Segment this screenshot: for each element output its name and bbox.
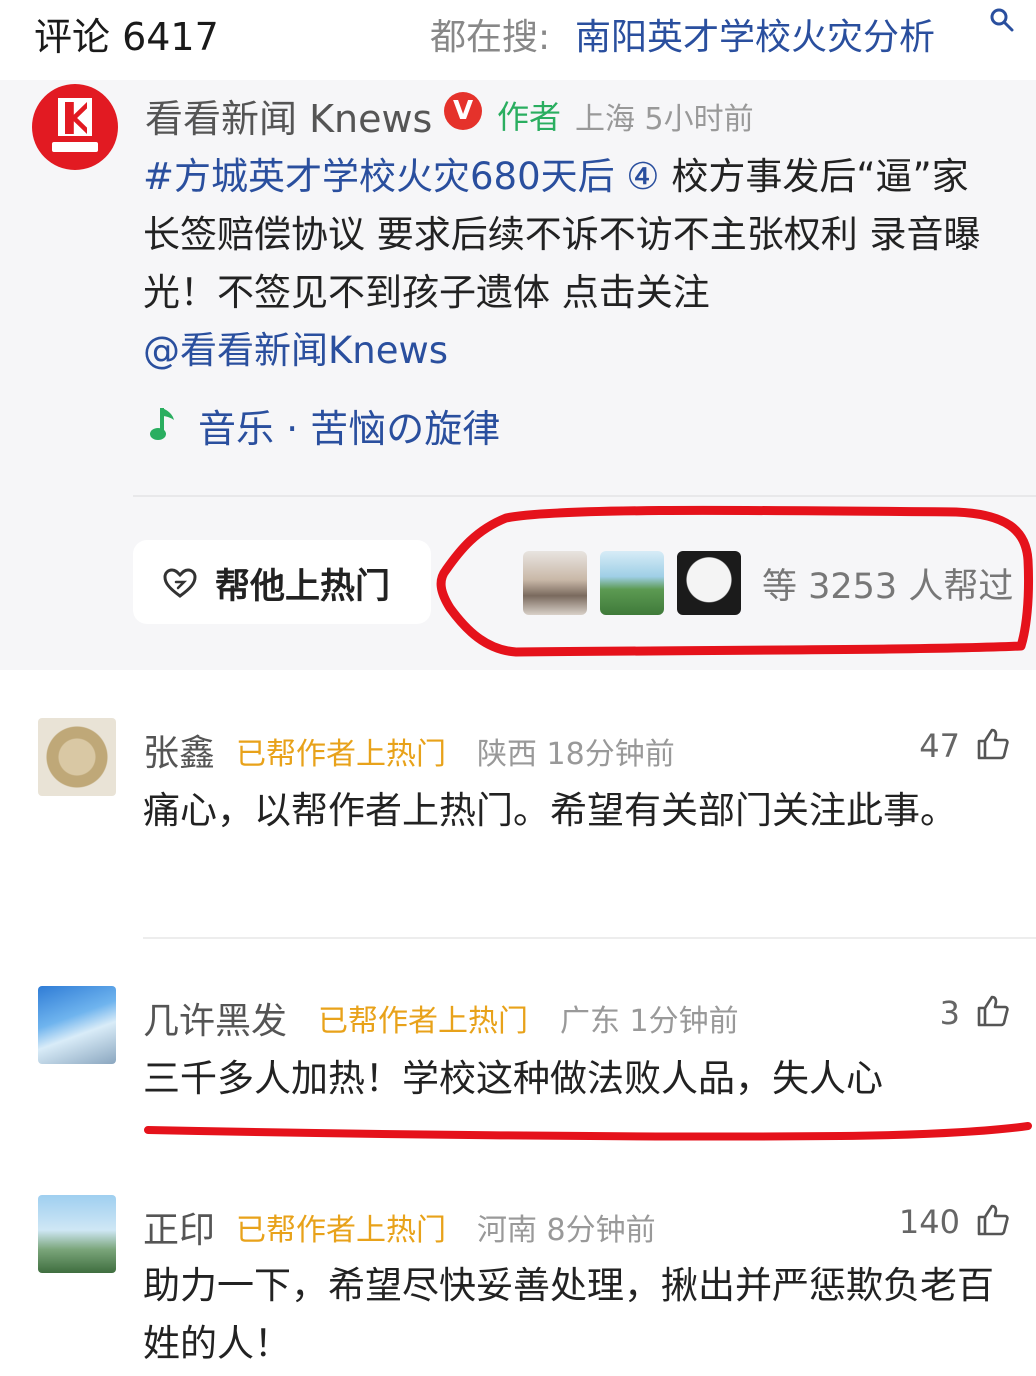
author-role-tag: 作者 [497,98,562,136]
red-underline-annotation [144,1122,1032,1141]
author-name[interactable]: 看看新闻 Knews [145,88,432,143]
verified-badge-icon: V [444,92,482,130]
mention-link[interactable]: @看看新闻Knews [143,329,448,372]
trending-search-label: 都在搜: [430,17,551,58]
thumbs-up-icon[interactable] [976,1203,1010,1237]
comment-text: 三千多人加热！学校这种做法败人品，失人心 [143,1057,883,1100]
boosted-badge: 已帮作者上热门 [236,737,446,772]
divider [143,937,1036,939]
trending-search-link[interactable]: 南阳英才学校火灾分析 [575,8,935,60]
thumbs-up-icon[interactable] [976,727,1010,761]
heart-icon[interactable] [163,568,197,600]
post-location-time: 上海 5小时前 [575,102,754,137]
hashtag-link[interactable]: #方城英才学校火灾680天后 ④ [143,155,660,198]
comment-location-time: 河南 8分钟前 [477,1213,656,1248]
like-count: 140 [898,1203,960,1241]
comment-text: 助力一下，希望尽快妥善处理，揪出并严惩欺负老百姓的人！ [143,1264,994,1365]
comment-location-time: 陕西 18分钟前 [477,737,675,772]
music-note-icon [150,404,180,444]
like-count: 47 [919,727,960,765]
post-text: #方城英才学校火灾680天后 ④ 校方事发后“逼”家长签赔偿协议 要求后续不诉不… [143,148,1003,380]
commenter-avatar[interactable] [38,1195,116,1273]
boost-button-label[interactable]: 帮他上热门 [215,558,390,609]
red-highlight-circle [436,505,1034,657]
commenter-name[interactable]: 正印 [143,1201,215,1253]
music-link[interactable]: 音乐 · 苦恼の旋律 [198,398,500,453]
comment-text: 痛心，以帮作者上热门。希望有关部门关注此事。 [143,789,957,832]
thumbs-up-icon[interactable] [976,994,1010,1028]
divider [133,495,1036,497]
like-count: 3 [939,994,960,1032]
comment-count: 评论 6417 [34,15,219,59]
commenter-name[interactable]: 张鑫 [143,724,215,776]
commenter-avatar[interactable] [38,986,116,1064]
comment-location-time: 广东 1分钟前 [560,1004,739,1039]
commenter-name[interactable]: 几许黑发 [143,992,287,1044]
commenter-avatar[interactable] [38,718,116,796]
search-icon[interactable] [988,6,1016,34]
boosted-badge: 已帮作者上热门 [236,1213,446,1248]
author-avatar[interactable] [32,84,118,170]
boosted-badge: 已帮作者上热门 [318,1004,528,1039]
